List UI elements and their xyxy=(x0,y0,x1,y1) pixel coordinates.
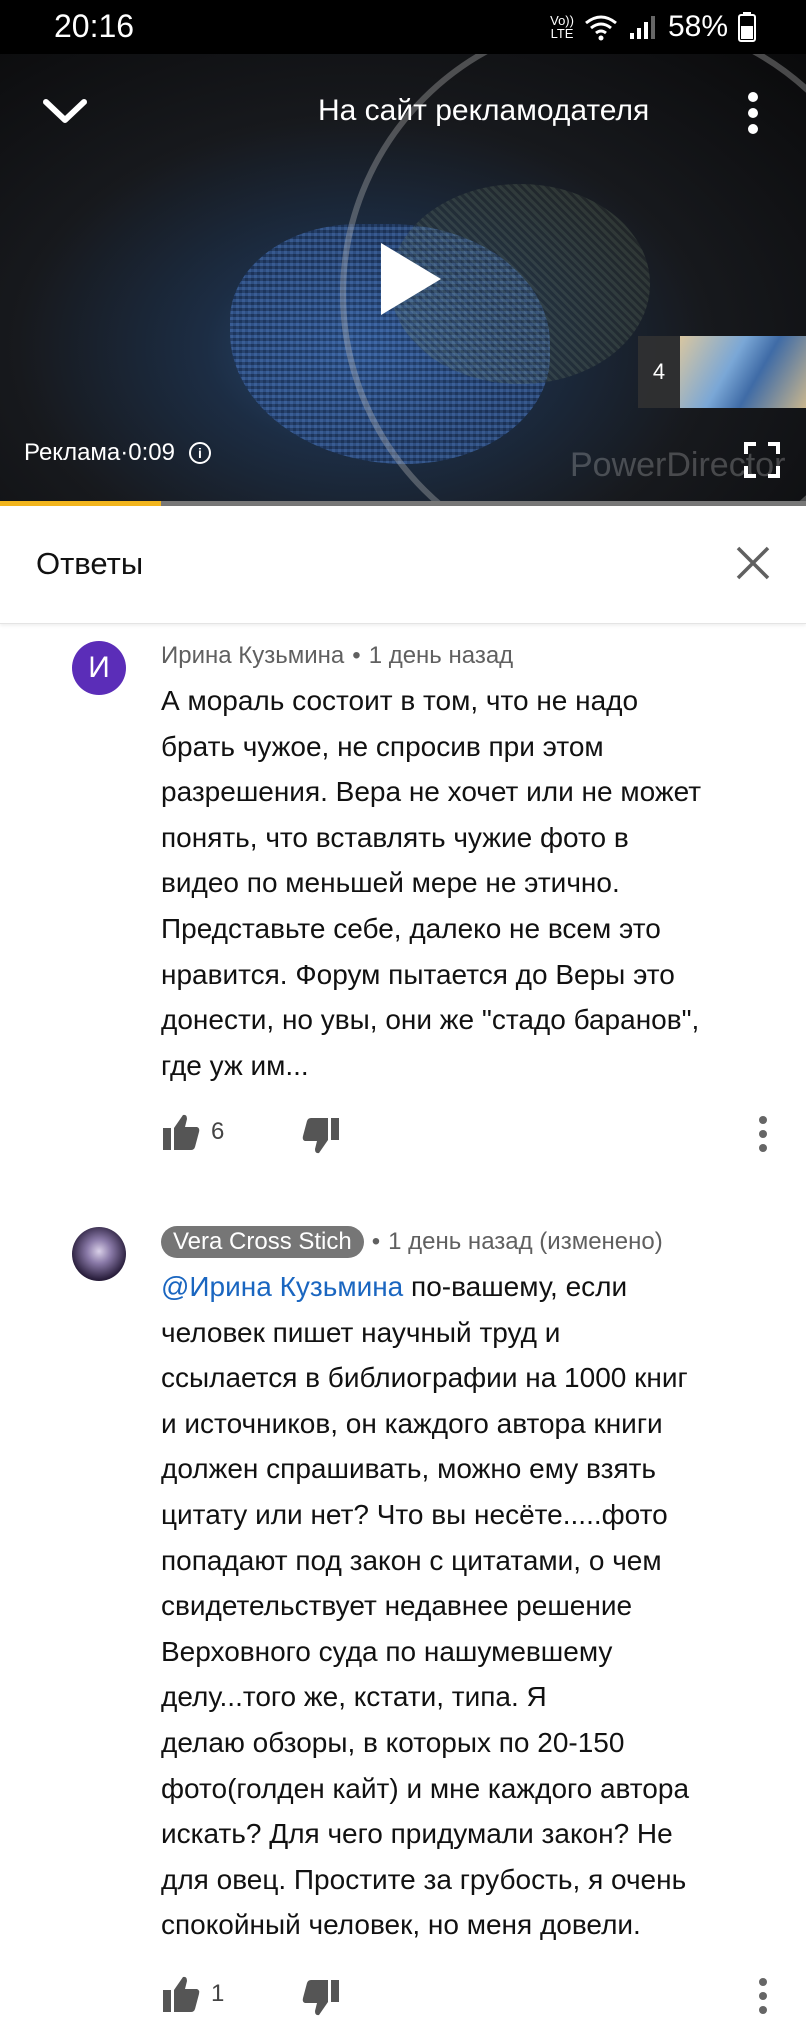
battery-icon xyxy=(738,12,756,42)
comment-line: А мораль состоит в том, что не надо xyxy=(161,685,639,716)
comment-author-chip[interactable]: Vera Cross Stich xyxy=(161,1226,364,1258)
comment-line: должен спрашивать, можно ему взять xyxy=(161,1453,657,1485)
comment-line: для овец. Простите за грубость, я очень xyxy=(161,1863,687,1895)
battery-percent: 58% xyxy=(667,10,728,43)
more-vert-icon[interactable] xyxy=(751,1974,775,2018)
meta-separator: • xyxy=(352,642,361,669)
signal-icon xyxy=(629,16,655,39)
video-player[interactable]: На сайт рекламодателя 4 Реклама·0:09 i P… xyxy=(0,54,806,505)
comment-line: донести, но увы, они же "стадо баранов", xyxy=(161,1004,700,1036)
next-video-image xyxy=(680,336,806,408)
comment-line: где уж им... xyxy=(161,1049,309,1081)
comment-line: человек пишет научный труд и xyxy=(161,1316,561,1348)
thumb-down-icon[interactable] xyxy=(301,1978,341,2018)
comment-line: фото(голден кайт) и мне каждого автора xyxy=(161,1772,690,1804)
comment-line: делаю обзоры, в которых по 20-150 xyxy=(161,1726,625,1758)
ad-label-text: Реклама·0:09 xyxy=(24,439,175,466)
comment-line: @Ирина Кузьмина по-вашему, если xyxy=(161,1264,781,1310)
status-bar: 20:16 Vo)) LTE 58% xyxy=(0,0,806,54)
comment-line: цитату или нет? Что вы несёте.....фото xyxy=(161,1498,668,1530)
comment-text: @Ирина Кузьмина по-вашему, если человек … xyxy=(161,1264,781,1948)
comment-line: нравится. Форум пытается до Веры это xyxy=(161,958,675,990)
chevron-down-icon[interactable] xyxy=(40,90,90,130)
video-header: На сайт рекламодателя xyxy=(0,54,806,164)
comment-line: брать чужое, не спросив при этом xyxy=(161,730,604,762)
info-icon[interactable]: i xyxy=(188,442,211,464)
comment-line: Верховного суда по нашумевшему xyxy=(161,1635,613,1667)
next-video-thumbnail[interactable]: 4 xyxy=(638,336,806,408)
avatar[interactable] xyxy=(72,1227,126,1281)
comment-meta: Ирина Кузьмина • 1 день назад xyxy=(161,642,513,670)
mention-link[interactable]: @Ирина Кузьмина xyxy=(161,1271,403,1302)
comment-line: попадают под закон с цитатами, о чем xyxy=(161,1544,662,1576)
comment-line: видео по меньшей мере не этично. xyxy=(161,867,620,899)
comment-line: искать? Для чего придумали закон? Не xyxy=(161,1818,673,1850)
comment-time: 1 день назад (изменено) xyxy=(388,1228,663,1255)
like-count: 1 xyxy=(211,1980,225,2007)
comment-actions: 6 xyxy=(161,1112,781,1162)
close-icon[interactable] xyxy=(734,544,772,582)
thumb-up-icon[interactable] xyxy=(161,1974,201,2014)
comment-line: ссылается в библиографии на 1000 книг xyxy=(161,1362,688,1394)
like-count: 6 xyxy=(211,1118,225,1145)
fullscreen-icon[interactable] xyxy=(744,442,780,478)
comment-time: 1 день назад xyxy=(368,642,514,669)
ad-label: Реклама·0:09 i xyxy=(24,439,211,467)
more-vert-icon[interactable] xyxy=(735,90,771,136)
comment-actions: 1 xyxy=(161,1974,781,2024)
thumb-down-icon[interactable] xyxy=(301,1116,341,1156)
more-vert-icon[interactable] xyxy=(751,1112,775,1156)
comment-line-rest: по-вашему, если xyxy=(403,1271,628,1302)
volte-icon: Vo)) LTE xyxy=(550,13,574,41)
status-time: 20:16 xyxy=(54,8,135,44)
panel-title: Ответы xyxy=(36,546,144,581)
play-icon[interactable] xyxy=(375,239,445,319)
wifi-icon xyxy=(585,15,617,41)
status-icons: Vo)) LTE 58% xyxy=(550,10,756,44)
thumb-up-icon[interactable] xyxy=(161,1112,201,1152)
comment-meta: Vera Cross Stich • 1 день назад (изменен… xyxy=(161,1226,663,1258)
replies-header: Ответы xyxy=(0,506,806,624)
advertiser-link[interactable]: На сайт рекламодателя xyxy=(318,94,649,128)
comment-line: спокойный человек, но меня довели. xyxy=(161,1909,641,1941)
comment-line: понять, что вставлять чужие фото в xyxy=(161,821,629,853)
comment-text: А мораль состоит в том, что не надо брат… xyxy=(161,678,781,1088)
next-count: 4 xyxy=(638,336,680,408)
comment-line: Представьте себе, далеко не всем это xyxy=(161,912,661,944)
avatar[interactable]: И xyxy=(72,641,126,695)
meta-separator: • xyxy=(371,1228,381,1255)
comment-line: делу...того же, кстати, типа. Я xyxy=(161,1681,547,1713)
comment-line: свидетельствует недавнее решение xyxy=(161,1590,633,1622)
comment-author[interactable]: Ирина Кузьмина xyxy=(161,642,344,670)
comment-line: разрешения. Вера не хочет или не может xyxy=(161,776,702,808)
comment-line: и источников, он каждого автора книги xyxy=(161,1407,663,1439)
